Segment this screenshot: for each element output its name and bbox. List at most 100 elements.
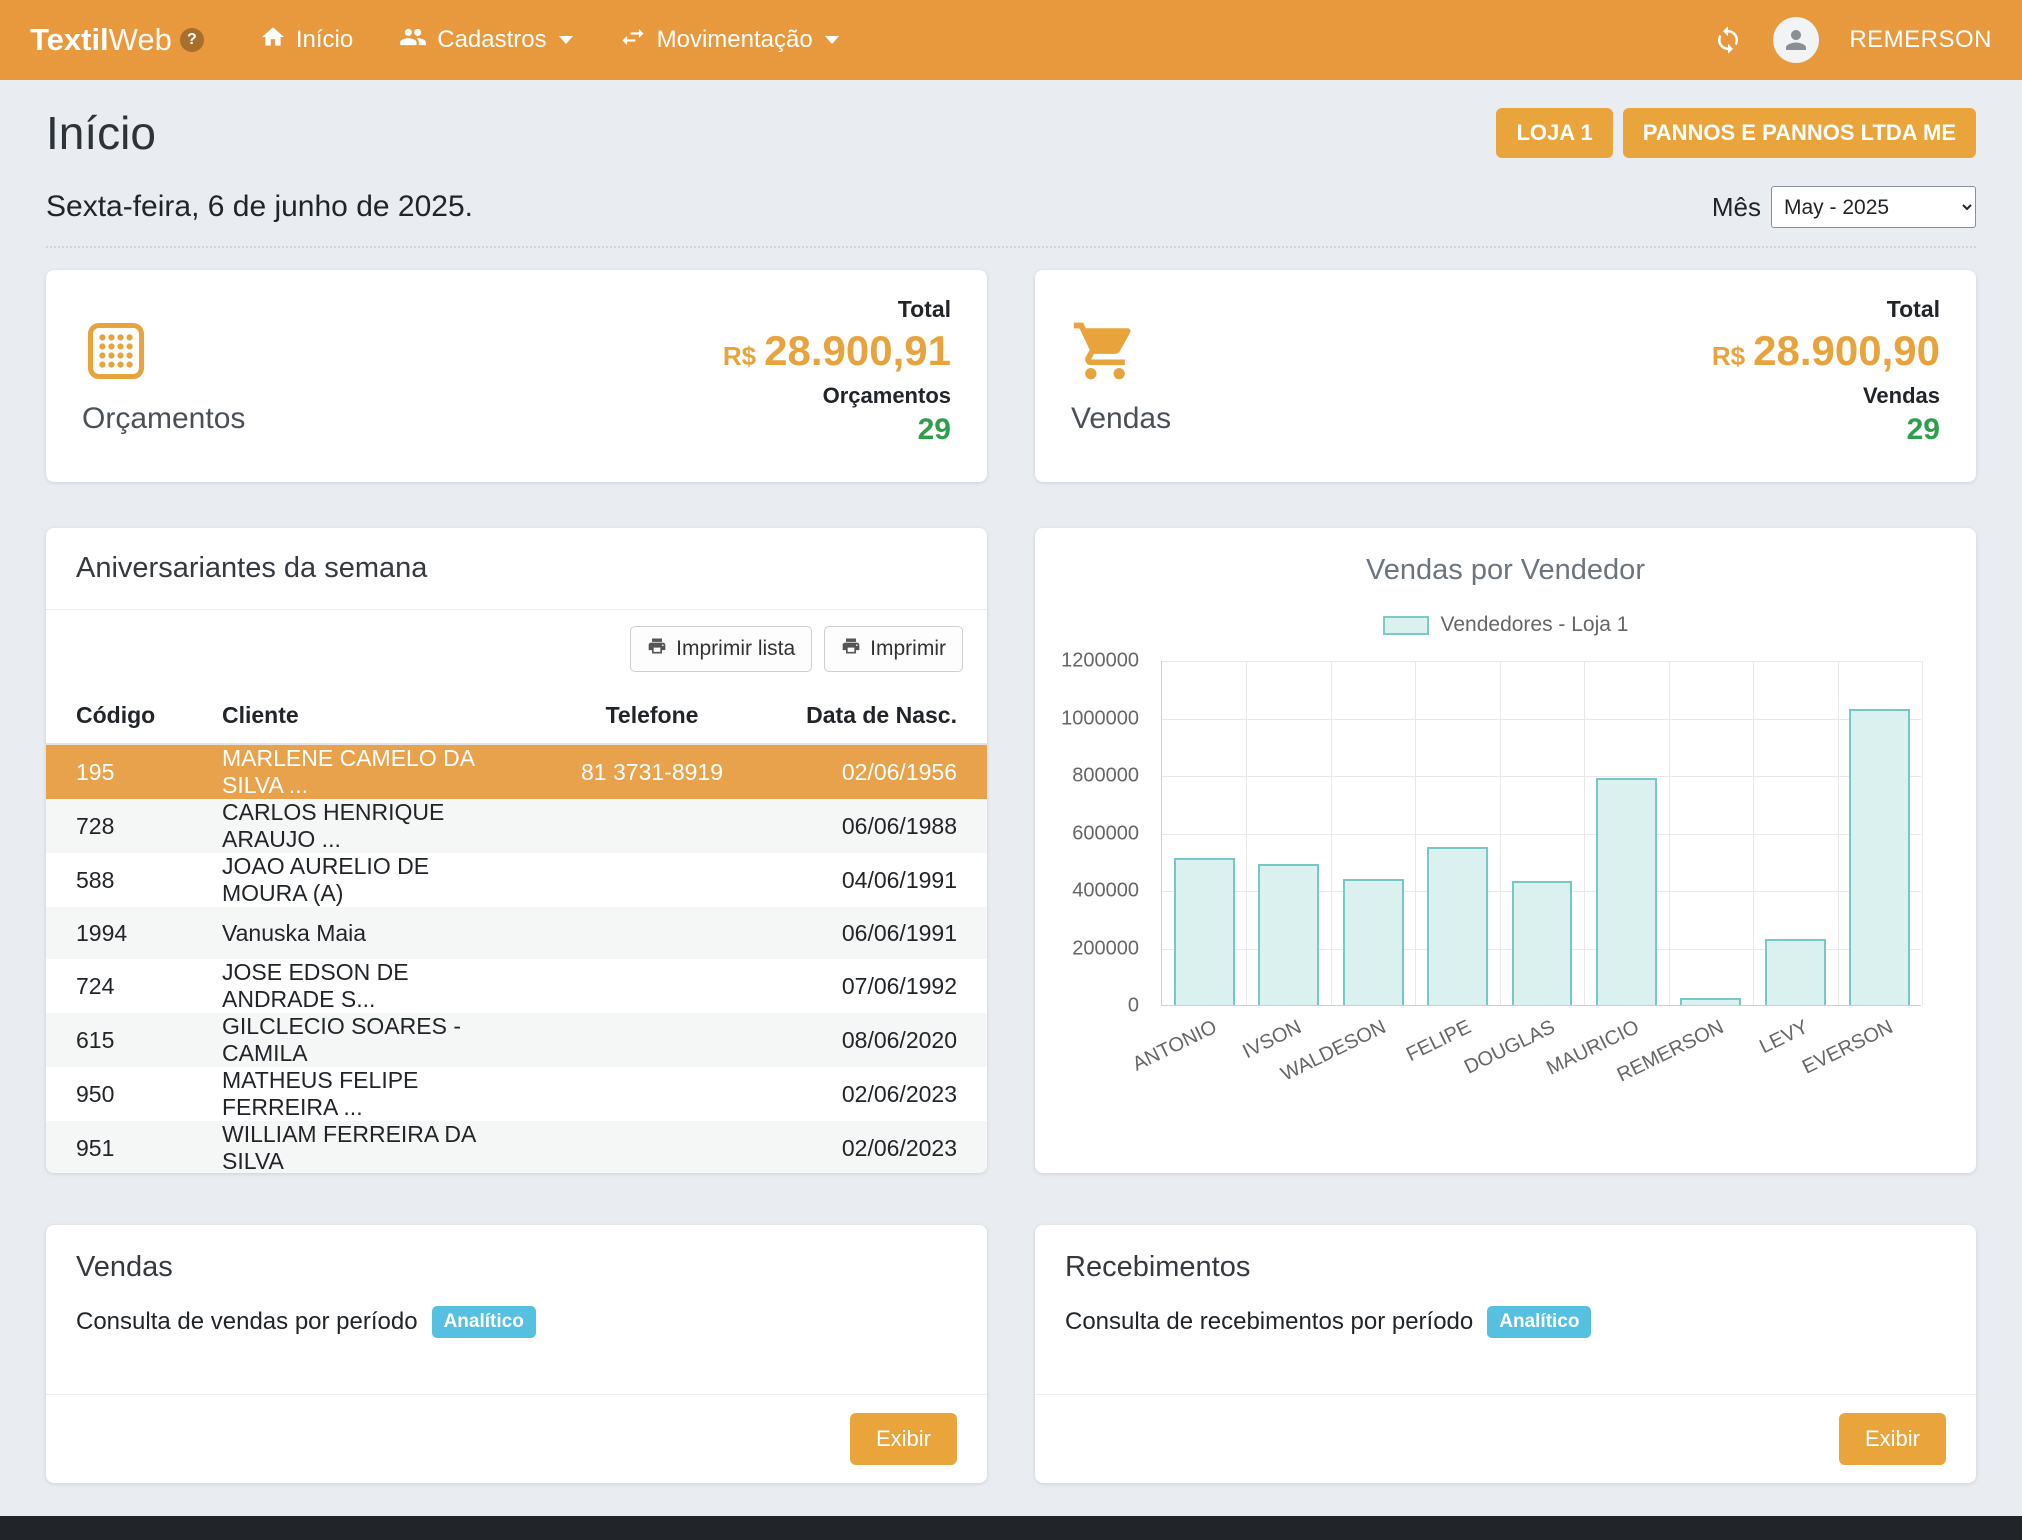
month-label: Mês bbox=[1712, 192, 1761, 223]
cell-telefone bbox=[527, 1013, 777, 1067]
navbar-right: REMERSON bbox=[1713, 17, 1992, 63]
nav-item-label: Início bbox=[296, 26, 353, 54]
recebimentos-report-card: Recebimentos Consulta de recebimentos po… bbox=[1035, 1225, 1976, 1483]
column-header-nascimento: Data de Nasc. bbox=[777, 688, 987, 744]
x-tick-label: EVERSON bbox=[1799, 1016, 1897, 1080]
username[interactable]: REMERSON bbox=[1849, 26, 1992, 54]
cell-telefone bbox=[527, 959, 777, 1013]
birthdays-table: Código Cliente Telefone Data de Nasc. 19… bbox=[46, 688, 987, 1173]
gridline-h bbox=[1162, 719, 1921, 720]
bar-levy bbox=[1765, 939, 1826, 1005]
column-header-cliente: Cliente bbox=[206, 688, 527, 744]
summary-card-label: Orçamentos bbox=[82, 402, 245, 436]
cell-codigo: 1994 bbox=[46, 907, 206, 959]
gridline-v bbox=[1331, 661, 1332, 1005]
chart-legend[interactable]: Vendedores - Loja 1 bbox=[1035, 613, 1976, 637]
cell-telefone bbox=[527, 1121, 777, 1173]
user-avatar[interactable] bbox=[1773, 17, 1819, 63]
cell-cliente: JOSE EDSON DE ANDRADE S... bbox=[206, 959, 527, 1013]
store-button[interactable]: LOJA 1 bbox=[1496, 108, 1612, 158]
count-value: 29 bbox=[723, 413, 951, 447]
report-description: Consulta de recebimentos por período bbox=[1065, 1308, 1473, 1336]
chevron-down-icon bbox=[559, 36, 573, 44]
total-amount: R$28.900,91 bbox=[723, 327, 951, 375]
chart-y-axis: 020000040000060000080000010000001200000 bbox=[1035, 661, 1149, 1006]
navbar: TextilWeb ? Início Cadastros Movimentaçã… bbox=[0, 0, 2022, 80]
cell-telefone bbox=[527, 907, 777, 959]
chart-x-axis: ANTONIOIVSONWALDESONFELIPEDOUGLASMAURICI… bbox=[1161, 1006, 1921, 1086]
gridline-v bbox=[1753, 661, 1754, 1005]
bar-ivson bbox=[1258, 864, 1319, 1005]
table-row[interactable]: 724JOSE EDSON DE ANDRADE S...07/06/1992 bbox=[46, 959, 987, 1013]
print-list-button[interactable]: Imprimir lista bbox=[630, 626, 812, 672]
gridline-h bbox=[1162, 776, 1921, 777]
table-row[interactable]: 1994Vanuska Maia06/06/1991 bbox=[46, 907, 987, 959]
vendas-summary-card: Vendas Total R$28.900,90 Vendas 29 bbox=[1035, 270, 1976, 482]
cell-telefone bbox=[527, 1067, 777, 1121]
cell-codigo: 951 bbox=[46, 1121, 206, 1173]
x-tick-label: LEVY bbox=[1756, 1016, 1812, 1059]
bar-douglas bbox=[1512, 881, 1573, 1005]
table-row[interactable]: 588JOAO AURELIO DE MOURA (A)04/06/1991 bbox=[46, 853, 987, 907]
table-row[interactable]: 195MARLENE CAMELO DA SILVA ...81 3731-89… bbox=[46, 744, 987, 799]
gridline-v bbox=[1922, 661, 1923, 1005]
cell-telefone bbox=[527, 853, 777, 907]
vendas-report-card: Vendas Consulta de vendas por período An… bbox=[46, 1225, 987, 1483]
gridline-v bbox=[1500, 661, 1501, 1005]
column-header-telefone: Telefone bbox=[527, 688, 777, 744]
bar-waldeson bbox=[1343, 879, 1404, 1006]
cell-codigo: 588 bbox=[46, 853, 206, 907]
company-button[interactable]: PANNOS E PANNOS LTDA ME bbox=[1623, 108, 1976, 158]
report-title: Recebimentos bbox=[1035, 1225, 1976, 1290]
current-date: Sexta-feira, 6 de junho de 2025. bbox=[46, 190, 473, 224]
cell-codigo: 615 bbox=[46, 1013, 206, 1067]
summary-card-label: Vendas bbox=[1071, 402, 1171, 436]
printer-icon bbox=[841, 636, 861, 662]
calculator-icon bbox=[82, 317, 150, 390]
bar-felipe bbox=[1427, 847, 1488, 1005]
brand-logo[interactable]: TextilWeb ? bbox=[30, 22, 204, 58]
cell-cliente: WILLIAM FERREIRA DA SILVA bbox=[206, 1121, 527, 1173]
gridline-v bbox=[1584, 661, 1585, 1005]
print-button[interactable]: Imprimir bbox=[824, 626, 963, 672]
table-row[interactable]: 615GILCLECIO SOARES - CAMILA08/06/2020 bbox=[46, 1013, 987, 1067]
home-icon bbox=[260, 24, 286, 57]
cell-nascimento: 06/06/1988 bbox=[777, 799, 987, 853]
gridline-v bbox=[1669, 661, 1670, 1005]
y-tick-label: 1000000 bbox=[1061, 707, 1139, 730]
refresh-icon[interactable] bbox=[1713, 25, 1743, 55]
cell-nascimento: 04/06/1991 bbox=[777, 853, 987, 907]
count-value: 29 bbox=[1712, 413, 1940, 447]
y-tick-label: 600000 bbox=[1072, 822, 1139, 845]
gridline-v bbox=[1838, 661, 1839, 1005]
exibir-recebimentos-button[interactable]: Exibir bbox=[1839, 1413, 1946, 1465]
divider bbox=[46, 246, 1976, 248]
total-amount: R$28.900,90 bbox=[1712, 327, 1940, 375]
cell-telefone: 81 3731-8919 bbox=[527, 744, 777, 799]
y-tick-label: 1200000 bbox=[1061, 650, 1139, 673]
birthdays-title: Aniversariantes da semana bbox=[46, 528, 987, 610]
birthdays-panel: Aniversariantes da semana Imprimir lista… bbox=[46, 528, 987, 1173]
table-row[interactable]: 950MATHEUS FELIPE FERREIRA ...02/06/2023 bbox=[46, 1067, 987, 1121]
printer-icon bbox=[647, 636, 667, 662]
exibir-vendas-button[interactable]: Exibir bbox=[850, 1413, 957, 1465]
nav-item-inicio[interactable]: Início bbox=[260, 24, 353, 57]
orcamentos-summary-card: Orçamentos Total R$28.900,91 Orçamentos … bbox=[46, 270, 987, 482]
table-row[interactable]: 951WILLIAM FERREIRA DA SILVA02/06/2023 bbox=[46, 1121, 987, 1173]
gridline-h bbox=[1162, 661, 1921, 662]
cell-telefone bbox=[527, 799, 777, 853]
cell-codigo: 724 bbox=[46, 959, 206, 1013]
cell-nascimento: 06/06/1991 bbox=[777, 907, 987, 959]
help-icon[interactable]: ? bbox=[180, 28, 204, 52]
brand-bold: Textil bbox=[30, 22, 109, 57]
count-label: Vendas bbox=[1712, 383, 1940, 409]
cell-codigo: 950 bbox=[46, 1067, 206, 1121]
column-header-codigo: Código bbox=[46, 688, 206, 744]
cell-codigo: 728 bbox=[46, 799, 206, 853]
nav-item-movimentacao[interactable]: Movimentação bbox=[619, 23, 839, 58]
table-row[interactable]: 728CARLOS HENRIQUE ARAUJO ... 06/06/1988 bbox=[46, 799, 987, 853]
legend-swatch bbox=[1383, 616, 1429, 635]
nav-item-cadastros[interactable]: Cadastros bbox=[399, 23, 572, 58]
month-select[interactable]: May - 2025 bbox=[1771, 186, 1976, 228]
cell-cliente: CARLOS HENRIQUE ARAUJO ... bbox=[206, 799, 527, 853]
